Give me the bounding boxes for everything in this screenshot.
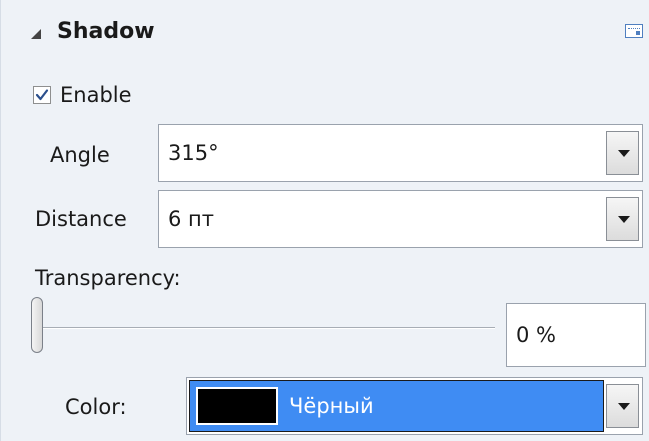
color-dropdown-button[interactable] [606, 384, 639, 428]
section-title: Shadow [57, 19, 155, 44]
chevron-down-icon [618, 216, 630, 223]
collapse-triangle-icon[interactable] [31, 29, 41, 39]
distance-label: Distance [35, 207, 127, 231]
transparency-label: Transparency: [35, 266, 181, 290]
angle-value[interactable]: 315° [168, 125, 219, 181]
distance-value[interactable]: 6 пт [168, 191, 214, 247]
color-value: Чёрный [289, 394, 374, 418]
checkmark-icon [35, 89, 49, 101]
chevron-down-icon [618, 150, 630, 157]
chevron-down-icon [618, 403, 630, 410]
distance-dropdown-button[interactable] [606, 197, 639, 241]
color-swatch [196, 387, 278, 425]
transparency-slider-track[interactable] [37, 327, 495, 329]
angle-label: Angle [50, 143, 110, 167]
angle-combo[interactable]: 315° [158, 124, 643, 182]
color-label: Color: [65, 395, 127, 419]
angle-dropdown-button[interactable] [606, 131, 639, 175]
more-options-icon[interactable] [625, 24, 643, 38]
transparency-value[interactable]: 0 % [516, 304, 556, 366]
color-combo[interactable]: Чёрный [186, 377, 643, 435]
transparency-slider-thumb[interactable] [31, 297, 43, 353]
enable-row[interactable]: Enable [33, 80, 132, 110]
transparency-input[interactable]: 0 % [506, 303, 646, 367]
color-selected-item[interactable]: Чёрный [189, 380, 604, 432]
shadow-panel: Shadow Enable Angle 315° Distance 6 пт T… [0, 0, 649, 441]
distance-combo[interactable]: 6 пт [158, 190, 643, 248]
section-header[interactable]: Shadow [1, 0, 649, 62]
enable-checkbox[interactable] [33, 86, 51, 104]
enable-label: Enable [60, 83, 132, 107]
